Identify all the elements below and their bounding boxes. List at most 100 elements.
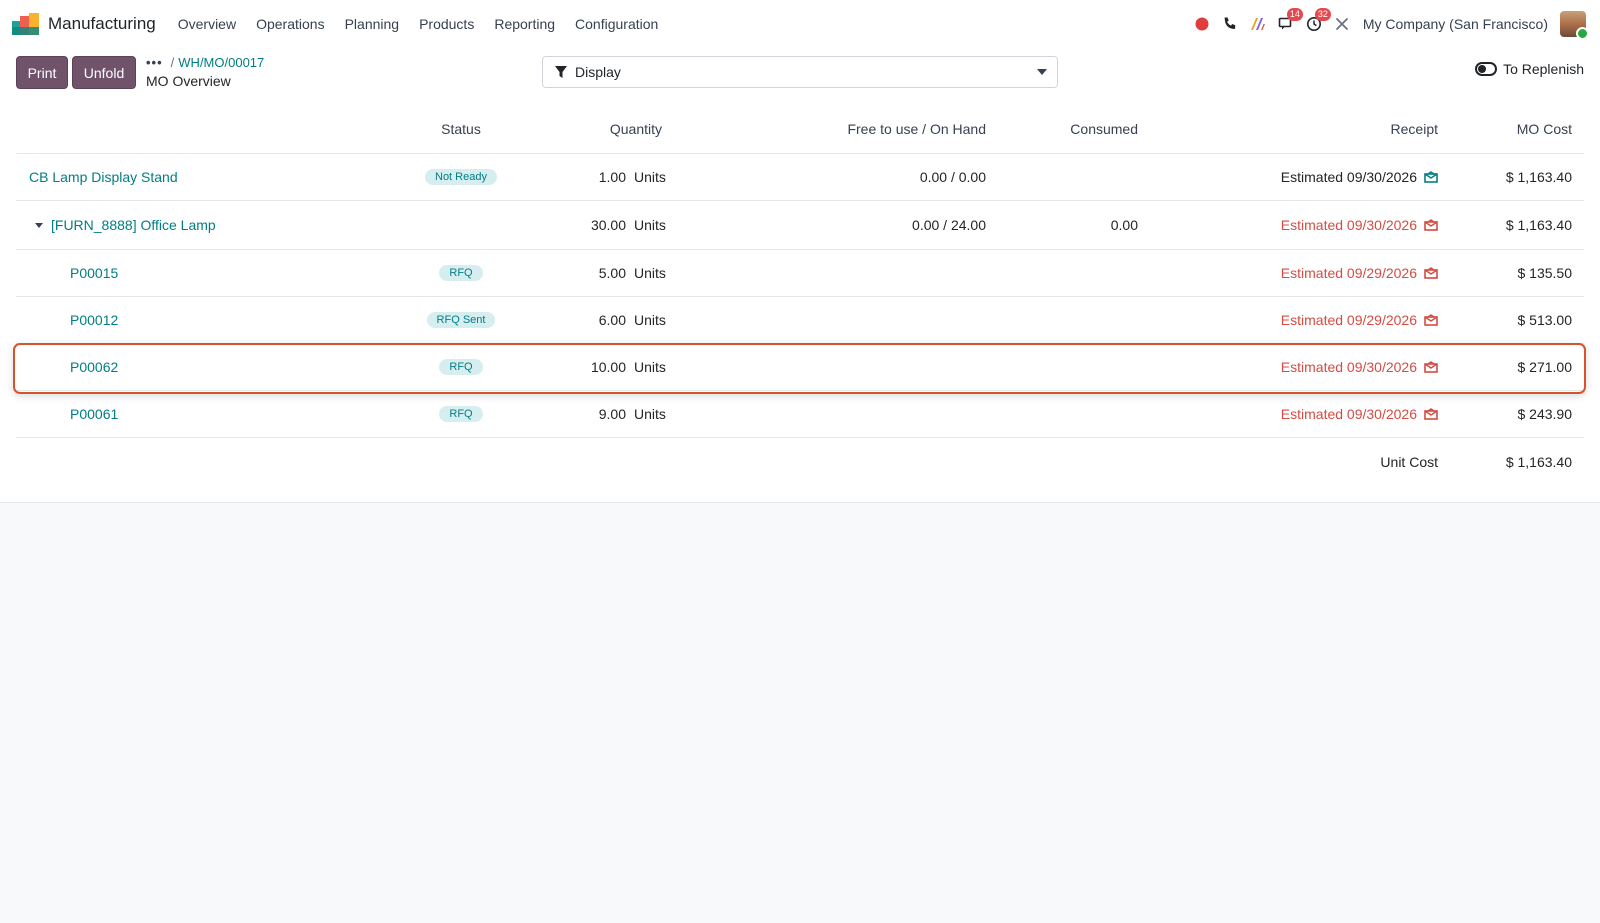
online-status-icon [1576, 26, 1589, 40]
receipt-late-icon[interactable] [1424, 267, 1438, 279]
unit-cost-value: $ 1,163.40 [1505, 453, 1572, 470]
messages-icon[interactable]: 14 [1273, 7, 1303, 37]
main-menu: Overview Operations Planning Products Re… [168, 16, 669, 32]
consumed-cell [1016, 154, 1138, 200]
control-panel: Print Unfold ••• / WH/MO/00017 MO Overview… [0, 47, 1600, 105]
uom-cell: Units [634, 406, 666, 422]
uom-cell: Units [634, 265, 666, 281]
unfold-button[interactable]: Unfold [72, 56, 136, 89]
receipt-cell: Estimated 09/30/2026 [1196, 201, 1438, 249]
status-badge: RFQ [439, 265, 483, 281]
menu-overview[interactable]: Overview [168, 16, 246, 32]
mo-cost-cell: $ 135.50 [1517, 265, 1573, 281]
receipt-status-icon[interactable] [1424, 171, 1438, 183]
table-row: [FURN_8888] Office Lamp 30.00 Units 0.00… [16, 201, 1584, 250]
uom-cell: Units [634, 169, 666, 185]
receipt-late-icon[interactable] [1424, 314, 1438, 326]
receipt-late-icon[interactable] [1424, 408, 1438, 420]
component-name-cell: [FURN_8888] Office Lamp [35, 201, 216, 249]
purchase-order-link[interactable]: P00012 [70, 297, 118, 343]
user-avatar[interactable] [1560, 10, 1589, 40]
table-row: P00015 RFQ 5.00 Units Estimated 09/29/20… [16, 250, 1584, 297]
status-cell: RFQ [406, 250, 516, 296]
menu-reporting[interactable]: Reporting [484, 16, 565, 32]
quantity-cell: 5.00 [598, 265, 626, 281]
receipt-date: Estimated 09/30/2026 [1280, 359, 1417, 375]
receipt-date: Estimated 09/30/2026 [1280, 406, 1417, 422]
receipt-date: Estimated 09/30/2026 [1280, 217, 1417, 233]
quantity-cell: 6.00 [598, 312, 626, 328]
mo-overview-report: Status Quantity Free to use / On Hand Co… [0, 105, 1600, 503]
receipt-late-icon[interactable] [1424, 219, 1438, 231]
uom-cell: Units [634, 359, 666, 375]
uom-cell: Units [634, 312, 666, 328]
fold-caret-icon[interactable] [35, 222, 43, 228]
chevron-down-icon [1037, 69, 1047, 75]
quantity-cell: 30.00 [590, 217, 626, 233]
header-receipt: Receipt [1390, 121, 1438, 137]
receipt-cell: Estimated 09/30/2026 [1196, 154, 1438, 200]
breadcrumb-more-icon[interactable]: ••• [146, 55, 163, 70]
manufacturing-app-icon [12, 12, 40, 35]
record-icon[interactable] [1189, 11, 1215, 37]
toggle-icon [1475, 62, 1498, 76]
header-mo-cost: MO Cost [1516, 121, 1572, 137]
status-cell: RFQ [406, 344, 516, 390]
component-link[interactable]: [FURN_8888] Office Lamp [51, 217, 216, 233]
mo-cost-cell: $ 1,163.40 [1505, 169, 1572, 185]
breadcrumb-link-mo[interactable]: WH/MO/00017 [178, 55, 264, 70]
receipt-date: Estimated 09/30/2026 [1280, 169, 1417, 185]
status-badge: RFQ [439, 406, 483, 422]
receipt-date: Estimated 09/29/2026 [1280, 312, 1417, 328]
receipt-cell: Estimated 09/30/2026 [1196, 391, 1438, 437]
mo-cost-cell: $ 243.90 [1517, 406, 1573, 422]
purchase-order-link[interactable]: P00062 [70, 344, 118, 390]
menu-planning[interactable]: Planning [335, 16, 410, 32]
table-row: P00062 RFQ 10.00 Units Estimated 09/30/2… [16, 344, 1584, 391]
brand[interactable]: Manufacturing [12, 12, 168, 35]
table-row: CB Lamp Display Stand Not Ready 1.00 Uni… [16, 154, 1584, 201]
receipt-cell: Estimated 09/29/2026 [1196, 250, 1438, 296]
quantity-cell: 10.00 [590, 359, 626, 375]
free-on-hand-cell: 0.00 / 0.00 [919, 169, 986, 185]
phone-icon[interactable] [1217, 11, 1243, 37]
display-filter-dropdown[interactable]: Display [542, 56, 1058, 88]
quantity-cell: 9.00 [598, 406, 626, 422]
print-button[interactable]: Print [16, 56, 68, 89]
unit-cost-label: Unit Cost [1380, 453, 1438, 470]
mo-cost-cell: $ 271.00 [1517, 359, 1573, 375]
receipt-cell: Estimated 09/30/2026 [1196, 344, 1438, 390]
header-quantity: Quantity [609, 121, 662, 137]
clock-icon[interactable]: 32 [1301, 7, 1331, 37]
menu-products[interactable]: Products [409, 16, 484, 32]
menu-configuration[interactable]: Configuration [565, 16, 668, 32]
quantity-cell: 1.00 [598, 169, 626, 185]
product-link[interactable]: CB Lamp Display Stand [29, 154, 178, 200]
free-on-hand-cell: 0.00 / 24.00 [912, 217, 986, 233]
mo-cost-cell: $ 1,163.40 [1505, 217, 1572, 233]
ai-icon[interactable] [1245, 11, 1271, 37]
receipt-cell: Estimated 09/29/2026 [1196, 297, 1438, 343]
tools-icon[interactable] [1329, 11, 1355, 37]
purchase-order-link[interactable]: P00015 [70, 250, 118, 296]
company-switcher[interactable]: My Company (San Francisco) [1363, 16, 1548, 32]
purchase-order-link[interactable]: P00061 [70, 391, 118, 437]
status-cell: RFQ Sent [406, 297, 516, 343]
status-badge: RFQ [439, 359, 483, 375]
status-badge: RFQ Sent [426, 312, 496, 328]
receipt-late-icon[interactable] [1424, 361, 1438, 373]
table-footer: Unit Cost $ 1,163.40 [16, 438, 1584, 485]
status-badge: Not Ready [425, 169, 497, 185]
header-free-on-hand: Free to use / On Hand [847, 121, 986, 137]
top-navbar: Manufacturing Overview Operations Planni… [0, 0, 1600, 47]
status-cell: Not Ready [406, 154, 516, 200]
to-replenish-toggle[interactable]: To Replenish [1475, 61, 1584, 77]
menu-operations[interactable]: Operations [246, 16, 334, 32]
breadcrumb-separator: / [170, 55, 175, 70]
display-label: Display [575, 64, 621, 80]
breadcrumb: ••• / WH/MO/00017 [146, 55, 264, 70]
consumed-cell: 0.00 [1110, 217, 1138, 233]
receipt-date: Estimated 09/29/2026 [1280, 265, 1417, 281]
header-consumed: Consumed [1070, 121, 1138, 137]
mo-cost-cell: $ 513.00 [1517, 312, 1573, 328]
